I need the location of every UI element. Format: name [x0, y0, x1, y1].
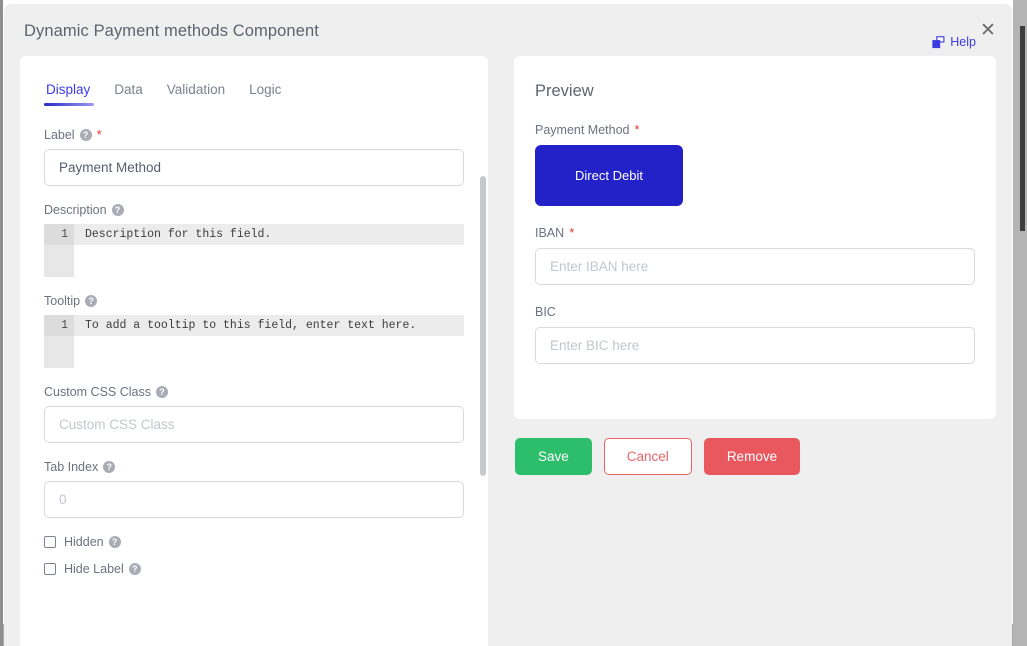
hidden-checkbox-label: Hidden ?	[64, 535, 121, 549]
preview-column: Preview Payment Method * Direct Debit IB…	[514, 56, 996, 646]
question-mark-icon[interactable]: ?	[112, 204, 124, 216]
help-label: Help	[950, 35, 976, 49]
hide-label-checkbox-label: Hide Label ?	[64, 562, 141, 576]
tooltip-field-label: Tooltip ?	[44, 294, 464, 308]
question-mark-icon[interactable]: ?	[109, 536, 121, 548]
required-marker: *	[97, 130, 102, 140]
description-field-label-text: Description	[44, 203, 107, 217]
field-tooltip-group: Tooltip ? 1 To add a tooltip to this fie…	[44, 294, 464, 368]
hide-label-checkbox-row[interactable]: Hide Label ?	[44, 562, 464, 576]
tooltip-code-text: To add a tooltip to this field, enter te…	[74, 315, 464, 336]
cancel-button[interactable]: Cancel	[604, 438, 692, 475]
custom-css-field-label: Custom CSS Class ?	[44, 385, 464, 399]
tooltip-code-editor[interactable]: 1 To add a tooltip to this field, enter …	[44, 315, 464, 368]
modal-header: Dynamic Payment methods Component Help ✕	[4, 4, 1012, 56]
preview-payment-method-group: Payment Method * Direct Debit	[535, 123, 975, 206]
label-field-label-text: Label	[44, 128, 75, 142]
custom-css-input[interactable]	[44, 406, 464, 443]
tab-display[interactable]: Display	[44, 82, 104, 106]
field-label-group: Label ? *	[44, 128, 464, 186]
hidden-checkbox-row[interactable]: Hidden ?	[44, 535, 464, 549]
field-tab-index-group: Tab Index ?	[44, 460, 464, 518]
field-custom-css-group: Custom CSS Class ?	[44, 385, 464, 443]
preview-panel: Preview Payment Method * Direct Debit IB…	[514, 56, 996, 419]
modal-body: Display Data Validation Logic Label ? *	[4, 56, 1012, 646]
hidden-checkbox-label-text: Hidden	[64, 535, 104, 549]
preview-payment-method-label-text: Payment Method	[535, 123, 630, 137]
bic-input[interactable]	[535, 327, 975, 364]
preview-title: Preview	[514, 56, 996, 101]
description-code-editor[interactable]: 1 Description for this field.	[44, 224, 464, 277]
code-area[interactable]: Description for this field.	[74, 224, 464, 277]
hidden-checkbox[interactable]	[44, 536, 56, 548]
page-scrollbar-thumb[interactable]	[1020, 26, 1025, 231]
custom-css-field-label-text: Custom CSS Class	[44, 385, 151, 399]
code-gutter: 1	[44, 315, 74, 368]
field-description-group: Description ? 1 Description for this fie…	[44, 203, 464, 277]
settings-scrollbar-thumb[interactable]	[480, 176, 486, 476]
window-left-edge	[0, 0, 3, 646]
question-mark-icon[interactable]: ?	[85, 295, 97, 307]
question-mark-icon[interactable]: ?	[80, 129, 92, 141]
settings-panel: Display Data Validation Logic Label ? *	[20, 56, 488, 646]
preview-bic-label-text: BIC	[535, 305, 556, 319]
description-code-text: Description for this field.	[74, 224, 464, 245]
question-mark-icon[interactable]: ?	[129, 563, 141, 575]
line-number: 1	[44, 315, 74, 336]
hide-label-checkbox[interactable]	[44, 563, 56, 575]
preview-body: Payment Method * Direct Debit IBAN *	[514, 101, 996, 364]
tab-index-input[interactable]	[44, 481, 464, 518]
preview-iban-group: IBAN *	[535, 226, 975, 285]
hide-label-checkbox-label-text: Hide Label	[64, 562, 124, 576]
preview-bic-group: BIC	[535, 305, 975, 364]
tab-index-field-label-text: Tab Index	[44, 460, 98, 474]
label-field-label: Label ? *	[44, 128, 464, 142]
help-link[interactable]: Help	[932, 35, 976, 49]
tab-logic[interactable]: Logic	[249, 82, 295, 106]
save-button[interactable]: Save	[515, 438, 592, 475]
display-form: Label ? * Description ? 1	[20, 106, 488, 576]
preview-iban-label-text: IBAN	[535, 226, 564, 240]
iban-input[interactable]	[535, 248, 975, 285]
direct-debit-button[interactable]: Direct Debit	[535, 145, 683, 206]
required-marker: *	[635, 125, 640, 135]
line-number: 1	[44, 224, 74, 245]
windows-copy-icon	[932, 36, 945, 49]
component-settings-modal: Dynamic Payment methods Component Help ✕…	[4, 4, 1012, 646]
settings-tabs: Display Data Validation Logic	[20, 56, 488, 106]
page-title: Dynamic Payment methods Component	[24, 22, 319, 41]
preview-iban-label: IBAN *	[535, 226, 975, 240]
remove-button[interactable]: Remove	[704, 438, 800, 475]
action-buttons: Save Cancel Remove	[514, 419, 996, 475]
tooltip-field-label-text: Tooltip	[44, 294, 80, 308]
tab-index-field-label: Tab Index ?	[44, 460, 464, 474]
question-mark-icon[interactable]: ?	[156, 386, 168, 398]
code-area[interactable]: To add a tooltip to this field, enter te…	[74, 315, 464, 368]
description-field-label: Description ?	[44, 203, 464, 217]
question-mark-icon[interactable]: ?	[103, 461, 115, 473]
required-marker: *	[569, 228, 574, 238]
tab-data[interactable]: Data	[114, 82, 157, 106]
preview-payment-method-label: Payment Method *	[535, 123, 975, 137]
label-input[interactable]	[44, 149, 464, 186]
close-icon[interactable]: ✕	[978, 20, 998, 40]
preview-bic-label: BIC	[535, 305, 975, 319]
tab-validation[interactable]: Validation	[167, 82, 239, 106]
code-gutter: 1	[44, 224, 74, 277]
